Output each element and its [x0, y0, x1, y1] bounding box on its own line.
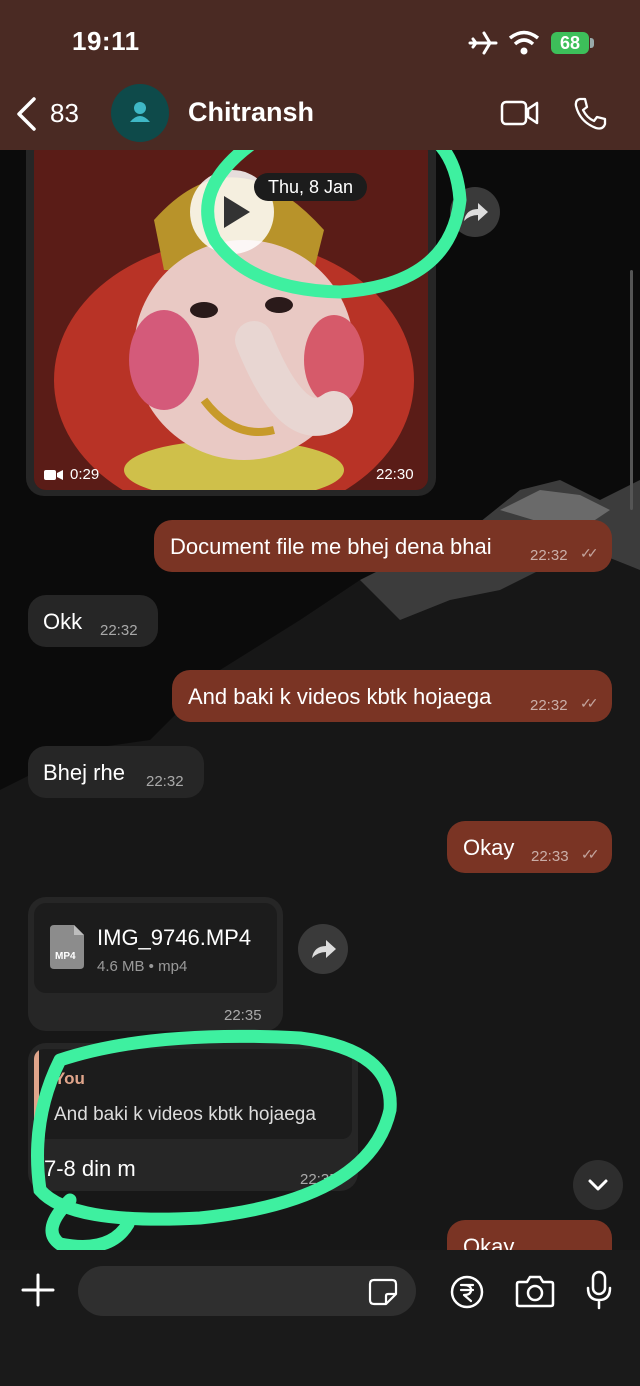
airplane-mode-icon — [468, 31, 498, 55]
message-input[interactable] — [78, 1266, 416, 1316]
person-icon — [130, 102, 150, 122]
phone-call-icon[interactable] — [572, 96, 608, 132]
avatar[interactable] — [111, 84, 169, 142]
wifi-icon — [508, 30, 540, 55]
sticker-icon[interactable] — [368, 1278, 398, 1306]
status-time: 19:11 — [72, 26, 140, 56]
highlight-annotations — [31, 150, 467, 1250]
contact-name[interactable]: Chitransh — [188, 97, 314, 128]
composer-bar — [0, 1250, 640, 1386]
plus-icon[interactable] — [20, 1272, 56, 1308]
battery-level: 68 — [551, 32, 589, 54]
microphone-icon[interactable] — [585, 1270, 613, 1310]
chat-area[interactable]: 0:29 22:30 Thu, 8 Jan Document file me b… — [0, 150, 640, 1250]
camera-icon[interactable] — [515, 1274, 555, 1308]
video-call-icon[interactable] — [500, 98, 540, 128]
chat-header: 19:11 68 83 Chitransh — [0, 0, 640, 150]
rupee-payment-icon[interactable] — [449, 1274, 485, 1310]
unread-count[interactable]: 83 — [50, 98, 79, 129]
back-chevron-icon[interactable] — [14, 96, 38, 132]
battery-tip — [590, 38, 594, 48]
